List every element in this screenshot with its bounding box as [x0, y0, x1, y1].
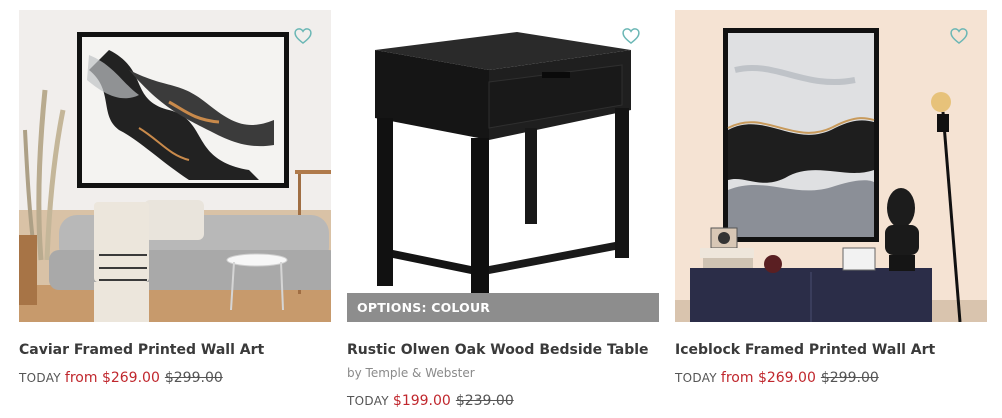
price-row: TODAY from $269.00 $299.00	[19, 367, 223, 386]
was-price: $239.00	[455, 393, 514, 409]
price-label: TODAY	[19, 371, 61, 385]
wishlist-heart-icon[interactable]	[293, 26, 313, 46]
bedside-table-photo	[347, 10, 659, 322]
options-badge[interactable]: OPTIONS: COLOUR	[347, 293, 659, 322]
living-room-wall-art-photo	[19, 10, 331, 322]
product-card-caviar[interactable]: Caviar Framed Printed Wall Art TODAY from…	[19, 10, 331, 386]
product-title[interactable]: Caviar Framed Printed Wall Art	[19, 342, 264, 358]
price-row: TODAY from $269.00 $299.00	[675, 367, 879, 386]
price-row: TODAY $199.00 $239.00	[347, 390, 514, 409]
product-image-iceblock[interactable]	[675, 10, 987, 322]
hallway-wall-art-photo	[675, 10, 987, 322]
sale-price: from $269.00	[64, 370, 160, 386]
sale-price: from $269.00	[720, 370, 816, 386]
product-title[interactable]: Rustic Olwen Oak Wood Bedside Table	[347, 342, 649, 358]
product-image-caviar[interactable]	[19, 10, 331, 322]
was-price: $299.00	[820, 370, 879, 386]
product-card-iceblock[interactable]: Iceblock Framed Printed Wall Art TODAY fr…	[675, 10, 987, 386]
product-title[interactable]: Iceblock Framed Printed Wall Art	[675, 342, 935, 358]
wishlist-heart-icon[interactable]	[621, 26, 641, 46]
was-price: $299.00	[164, 370, 223, 386]
brand-label: by Temple & Webster	[347, 366, 475, 380]
product-card-olwen[interactable]: OPTIONS: COLOUR Rustic Olwen Oak Wood Be…	[347, 10, 659, 409]
wishlist-heart-icon[interactable]	[949, 26, 969, 46]
price-label: TODAY	[347, 394, 389, 408]
price-label: TODAY	[675, 371, 717, 385]
sale-price: $199.00	[392, 393, 451, 409]
product-image-olwen[interactable]: OPTIONS: COLOUR	[347, 10, 659, 322]
